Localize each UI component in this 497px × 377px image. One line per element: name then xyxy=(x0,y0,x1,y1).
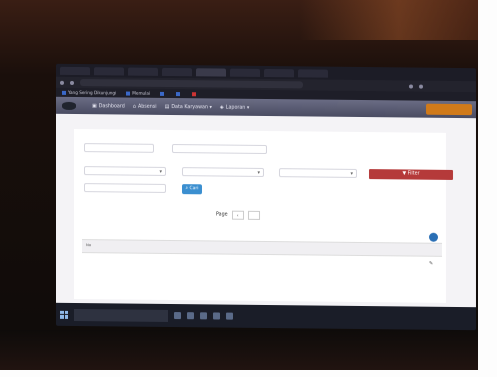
menu-icon[interactable] xyxy=(419,84,423,89)
select-karyawan[interactable] xyxy=(182,167,264,177)
taskbar-search[interactable] xyxy=(74,308,168,322)
nav-data-karyawan[interactable]: ▤ Data Karyawan ▾ xyxy=(165,103,212,109)
col-header: No xyxy=(86,242,92,248)
search-button[interactable]: ⌕ Cari xyxy=(182,184,202,195)
nav-data-karyawan-label: Data Karyawan ▾ xyxy=(171,104,212,110)
task-view-icon[interactable] xyxy=(174,312,181,320)
reload-icon[interactable] xyxy=(70,80,74,85)
windows-taskbar xyxy=(56,302,476,331)
bookmark-item[interactable] xyxy=(192,91,198,96)
bookmark-item[interactable] xyxy=(160,91,166,96)
page-current[interactable] xyxy=(247,210,260,220)
star-icon[interactable] xyxy=(409,83,413,89)
nav-laporan-label: Laporan ▾ xyxy=(225,105,250,111)
explorer-icon[interactable] xyxy=(187,312,194,320)
print-icon[interactable] xyxy=(429,232,438,242)
pagination: Page ‹ xyxy=(216,210,264,220)
browser-tab[interactable] xyxy=(60,66,90,75)
select-jabatan[interactable] xyxy=(279,168,357,178)
photo-border-right xyxy=(478,0,497,377)
windows-start-icon[interactable] xyxy=(60,310,68,319)
browser-tab[interactable] xyxy=(162,67,192,76)
filter-button-label: Filter xyxy=(407,171,420,177)
back-icon[interactable] xyxy=(60,80,64,85)
report-icon: ◈ xyxy=(219,104,224,111)
keyword-input[interactable] xyxy=(84,183,166,193)
logo-icon xyxy=(62,101,76,110)
dashboard-icon: ▣ xyxy=(92,102,97,109)
filter-panel: ▼ Filter ⌕ Cari Page ‹ No ✎ xyxy=(74,128,453,303)
bookmark-item[interactable] xyxy=(176,91,182,96)
browser-icon[interactable] xyxy=(200,312,207,320)
browser-tab[interactable] xyxy=(128,67,158,76)
home-icon: ⌂ xyxy=(132,103,136,110)
address-bar[interactable] xyxy=(80,79,303,89)
bookmark-item[interactable]: Yang Sering Dikunjungi xyxy=(62,89,117,96)
table-header: No xyxy=(82,239,442,257)
bookmark-icon xyxy=(176,91,181,96)
row-action-icon[interactable]: ✎ xyxy=(429,261,433,267)
web-page: ▣ Dashboard ⌂ Absensi ▤ Data Karyawan ▾ ◈ La… xyxy=(56,96,476,308)
bookmark-icon xyxy=(126,91,131,96)
bookmark-icon xyxy=(192,91,197,96)
search-button-label: Cari xyxy=(189,186,199,192)
store-icon[interactable] xyxy=(213,312,220,320)
nav-laporan[interactable]: ◈ Laporan ▾ xyxy=(220,104,249,110)
page-label: Page xyxy=(216,212,228,218)
table-icon: ▤ xyxy=(164,103,170,110)
nav-absensi-label: Absensi xyxy=(137,104,157,110)
nav-dashboard-label: Dashboard xyxy=(98,103,125,110)
browser-tab[interactable] xyxy=(230,68,260,77)
bookmark-item[interactable]: Memulai xyxy=(126,91,150,96)
bookmark-label: Yang Sering Dikunjungi xyxy=(68,89,117,96)
nav-dashboard[interactable]: ▣ Dashboard xyxy=(92,103,125,109)
browser-tab-active[interactable] xyxy=(196,67,226,77)
nav-absensi[interactable]: ⌂ Absensi xyxy=(133,103,157,109)
bookmark-icon xyxy=(160,91,165,96)
filter-button[interactable]: ▼ Filter xyxy=(369,169,453,180)
app-icon[interactable] xyxy=(226,312,233,320)
user-menu-button[interactable] xyxy=(426,103,472,116)
bookmark-icon xyxy=(62,90,66,95)
page-prev[interactable]: ‹ xyxy=(231,210,244,220)
browser-tab[interactable] xyxy=(298,68,328,78)
bookmark-label: Memulai xyxy=(132,90,151,96)
date-from-input[interactable] xyxy=(84,143,154,153)
photo-border-bottom xyxy=(0,370,497,377)
browser-tab[interactable] xyxy=(264,68,294,77)
select-status[interactable] xyxy=(84,166,166,176)
date-to-input[interactable] xyxy=(172,144,267,155)
app-navbar: ▣ Dashboard ⌂ Absensi ▤ Data Karyawan ▾ ◈ La… xyxy=(56,96,476,119)
monitor-screen: Yang Sering Dikunjungi Memulai ▣ Dashboar… xyxy=(56,63,476,331)
browser-tab[interactable] xyxy=(94,66,124,76)
